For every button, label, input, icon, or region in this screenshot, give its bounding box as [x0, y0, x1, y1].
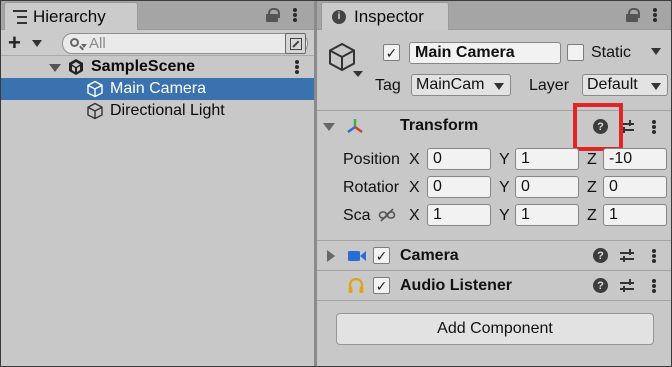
axis-y-label[interactable]: Y — [499, 179, 510, 197]
help-icon[interactable]: ? — [593, 278, 608, 293]
lock-icon[interactable] — [266, 8, 280, 22]
object-name-field[interactable]: Main Camera — [409, 42, 561, 64]
tag-value: MainCam — [416, 76, 485, 93]
scene-foldout-icon[interactable] — [49, 64, 61, 72]
audio-listener-component-header[interactable]: ✓ Audio Listener ? — [317, 270, 672, 300]
camera-foldout-icon[interactable] — [327, 250, 335, 262]
rotation-x-field[interactable]: 0 — [427, 176, 491, 198]
scene-row[interactable]: SampleScene — [0, 56, 314, 78]
audio-listener-enabled-checkbox[interactable]: ✓ — [373, 277, 390, 294]
tab-inspector[interactable]: i Inspector — [321, 2, 449, 30]
hierarchy-toolbar: + — [0, 30, 314, 56]
info-icon: i — [332, 9, 346, 24]
scale-x-field[interactable]: 1 — [427, 204, 491, 226]
layer-dropdown[interactable]: Default — [582, 74, 668, 96]
component-divider — [317, 300, 672, 301]
inspector-tabstrip: i Inspector — [317, 0, 672, 30]
icon-dropdown-caret-icon[interactable] — [353, 71, 363, 77]
rotation-label: Rotatior — [343, 179, 400, 196]
camera-menu-icon[interactable] — [652, 249, 656, 263]
tag-dropdown[interactable]: MainCam — [411, 74, 511, 96]
layer-value: Default — [587, 76, 638, 93]
camera-enabled-checkbox[interactable]: ✓ — [373, 247, 390, 264]
scale-z-field[interactable]: 1 — [603, 204, 667, 226]
position-z-field[interactable]: -10 — [603, 148, 667, 170]
hierarchy-search — [62, 33, 308, 54]
search-input[interactable] — [89, 35, 269, 52]
axis-x-label[interactable]: X — [409, 179, 420, 197]
hierarchy-panel: Hierarchy + SampleScene — [0, 0, 314, 367]
transform-title: Transform — [400, 117, 479, 134]
chevron-down-icon — [494, 83, 504, 90]
transform-foldout-icon[interactable] — [323, 123, 335, 131]
search-filter-caret-icon[interactable] — [81, 44, 87, 48]
gameobject-cube-icon — [87, 80, 103, 98]
axis-x-label[interactable]: X — [409, 151, 420, 169]
gameobject-large-icon[interactable] — [327, 42, 357, 72]
hierarchy-item-directional-light[interactable]: Directional Light — [0, 100, 314, 122]
unity-scene-icon — [69, 59, 83, 75]
presets-icon[interactable] — [620, 279, 634, 293]
audio-listener-title: Audio Listener — [400, 277, 513, 294]
gameobject-cube-icon — [87, 102, 103, 120]
help-highlight-box — [573, 103, 623, 151]
help-icon[interactable]: ? — [593, 248, 608, 263]
scene-name: SampleScene — [91, 58, 196, 75]
position-label: Position — [343, 151, 400, 168]
lock-icon[interactable] — [626, 8, 640, 22]
inspector-menu-icon[interactable] — [653, 8, 657, 22]
camera-title: Camera — [400, 247, 459, 264]
rotation-y-field[interactable]: 0 — [515, 176, 579, 198]
tag-label: Tag — [375, 77, 401, 94]
hierarchy-menu-icon[interactable] — [293, 8, 297, 22]
create-dropdown-icon[interactable] — [32, 40, 42, 47]
axis-x-label[interactable]: X — [409, 207, 420, 225]
scene-menu-icon[interactable] — [295, 60, 299, 74]
scene-search-icon[interactable] — [285, 33, 306, 54]
transform-axes-icon — [347, 119, 363, 134]
camera-icon — [348, 251, 366, 261]
active-checkbox[interactable]: ✓ — [383, 44, 400, 61]
axis-z-label[interactable]: Z — [587, 151, 597, 169]
constrain-proportions-icon[interactable] — [378, 207, 396, 223]
tab-inspector-label: Inspector — [354, 6, 424, 26]
static-label: Static — [591, 44, 632, 61]
position-y-field[interactable]: 1 — [515, 148, 579, 170]
audio-listener-menu-icon[interactable] — [652, 279, 656, 293]
presets-icon[interactable] — [620, 249, 634, 263]
transform-menu-icon[interactable] — [652, 120, 656, 134]
axis-z-label[interactable]: Z — [587, 207, 597, 225]
add-component-button[interactable]: Add Component — [336, 313, 654, 345]
hierarchy-item-label: Main Camera — [110, 80, 207, 97]
rotation-z-field[interactable]: 0 — [603, 176, 667, 198]
layer-label: Layer — [529, 77, 570, 94]
scale-label: Sca — [343, 207, 371, 224]
axis-y-label[interactable]: Y — [499, 207, 510, 225]
position-x-field[interactable]: 0 — [427, 148, 491, 170]
chevron-down-icon — [651, 83, 661, 90]
plus-icon[interactable]: + — [8, 32, 21, 54]
hierarchy-list-icon — [13, 9, 29, 24]
headphones-icon — [348, 277, 364, 293]
hierarchy-item-label: Directional Light — [110, 102, 225, 119]
inspector-panel: i Inspector ✓ Main Camera Static Tag Mai… — [317, 0, 672, 367]
scale-y-field[interactable]: 1 — [515, 204, 579, 226]
tab-hierarchy[interactable]: Hierarchy — [4, 2, 138, 30]
static-checkbox[interactable] — [567, 44, 584, 61]
tab-hierarchy-label: Hierarchy — [33, 6, 106, 26]
camera-component-header[interactable]: ✓ Camera ? — [317, 240, 672, 270]
axis-y-label[interactable]: Y — [499, 151, 510, 169]
search-icon[interactable] — [70, 38, 79, 47]
hierarchy-item-main-camera[interactable]: Main Camera — [0, 78, 314, 100]
static-dropdown-caret-icon[interactable] — [651, 48, 661, 55]
axis-z-label[interactable]: Z — [587, 179, 597, 197]
hierarchy-tabstrip: Hierarchy — [0, 0, 314, 30]
